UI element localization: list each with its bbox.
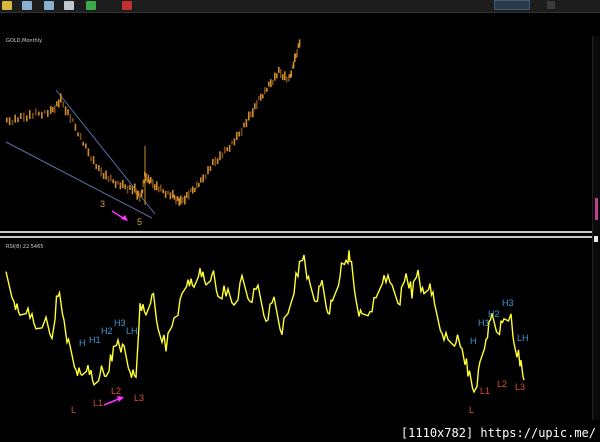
rsi-low-label: L3 [134,393,144,403]
rsi-high-label: LH [517,333,529,343]
rsi-low-label: L [71,405,76,415]
right-scrollbar[interactable] [592,36,600,420]
rsi-chart: H H1 H2 H3 LH L L1 L2 L3 H H1 H2 H3 LH L… [5,250,529,415]
rsi-high-label: H2 [101,326,113,336]
rsi-high-label: H2 [488,309,500,319]
rsi-low-label: L1 [93,398,103,408]
rsi-line [5,250,525,394]
rsi-high-label: H1 [478,318,490,328]
right-scale-mark [594,236,598,242]
rsi-high-label: LH [126,326,138,336]
rsi-arrow [103,396,124,406]
right-scroll-thumb[interactable] [595,198,598,220]
rsi-high-label: H1 [89,335,101,345]
rsi-high-label: H [79,338,86,348]
rsi-low-label: L1 [480,386,490,396]
rsi-low-label: L2 [111,386,121,396]
rsi-low-label: L2 [497,379,507,389]
rsi-high-label: H3 [502,298,514,308]
rsi-low-label: L [469,405,474,415]
rsi-high-label: H [470,336,477,346]
rsi-high-label: H3 [114,318,126,328]
rsi-low-label: L3 [515,382,525,392]
watermark: [1110x782] https://upic.me/ [398,426,598,440]
